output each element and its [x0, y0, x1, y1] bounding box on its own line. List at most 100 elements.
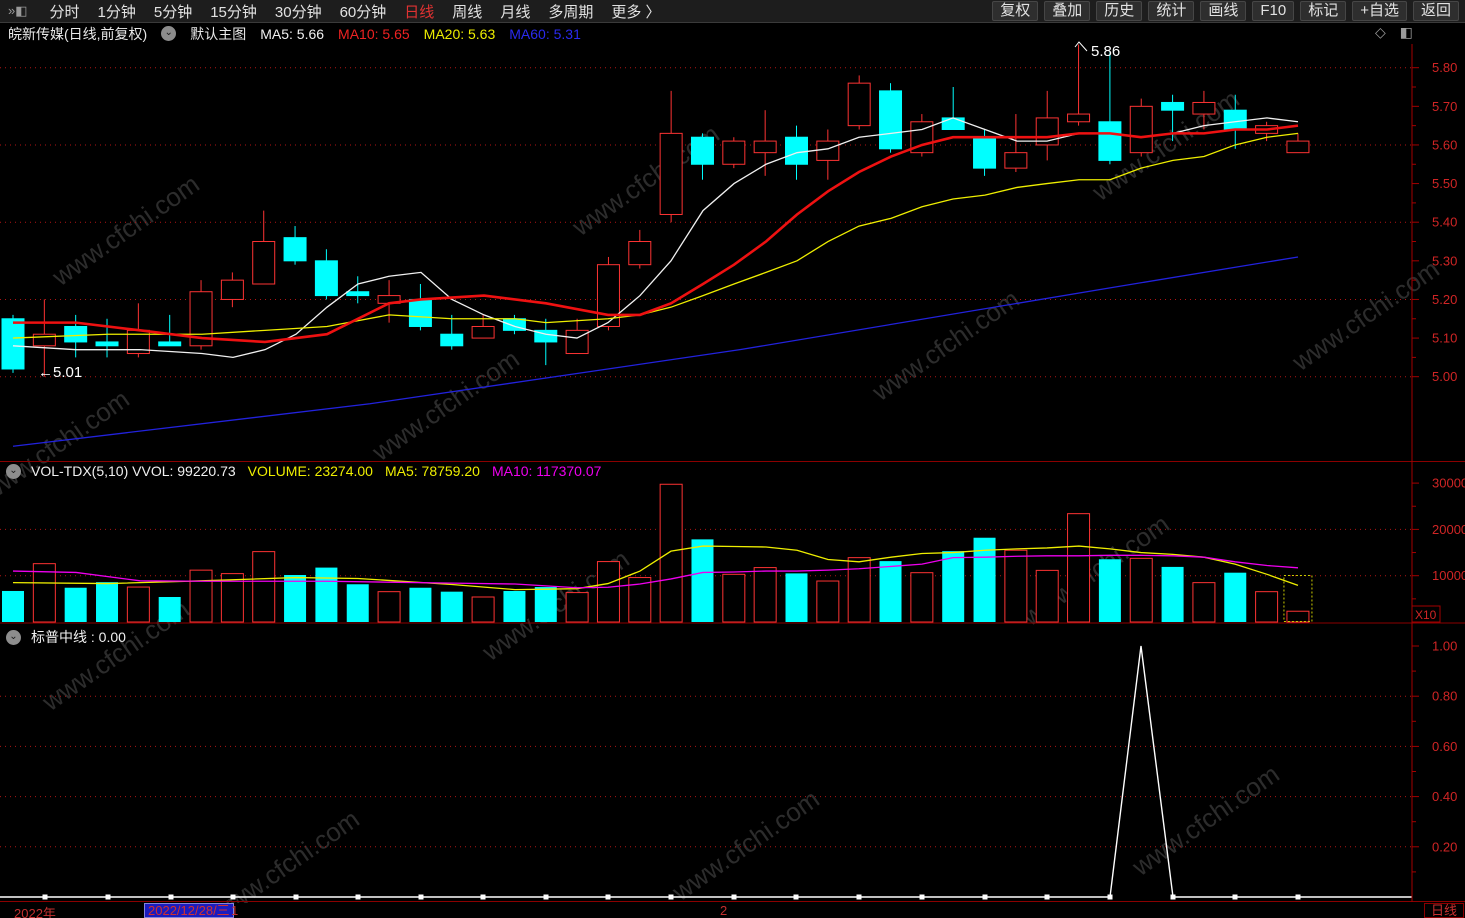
chevron-down-icon[interactable]: ⌄	[6, 463, 21, 479]
volume-bar[interactable]	[1161, 566, 1184, 622]
volume-bar[interactable]	[1129, 557, 1153, 623]
annotation-arrow	[1074, 41, 1088, 52]
candle-body[interactable]	[753, 140, 777, 154]
volume-axis-label: 30000	[1432, 476, 1465, 491]
volume-bar[interactable]	[847, 557, 871, 623]
volume-bar[interactable]	[346, 584, 369, 622]
volume-header-value: MA5: 78759.20	[384, 463, 480, 479]
indicator-marker	[793, 894, 799, 900]
candle-body[interactable]	[722, 140, 746, 165]
candle-body[interactable]	[471, 325, 495, 339]
year-label: 2022年	[14, 906, 56, 918]
indicator-marker	[293, 894, 299, 900]
volume-bar[interactable]	[2, 590, 24, 622]
candle-body[interactable]	[785, 136, 808, 165]
indicator-values: 标普中线 : 0.00	[31, 627, 126, 647]
price-annotation: ←5.01	[38, 364, 82, 381]
volume-bar[interactable]	[785, 573, 808, 622]
volume-bar[interactable]	[691, 539, 714, 622]
price-annotation: 5.86	[1091, 43, 1120, 60]
volume-bar[interactable]	[96, 582, 119, 622]
volume-bar[interactable]	[942, 551, 965, 622]
indicator-marker	[919, 894, 925, 900]
volume-bar[interactable]	[1035, 569, 1059, 623]
volume-bar[interactable]	[1004, 549, 1028, 623]
candle-body[interactable]	[1, 318, 25, 370]
candle-body[interactable]	[847, 82, 871, 127]
candle-body[interactable]	[1286, 140, 1310, 154]
volume-bar[interactable]	[565, 592, 589, 623]
volume-bar[interactable]	[1192, 582, 1216, 623]
candle-body[interactable]	[1192, 101, 1216, 115]
price-axis-label: 5.20	[1432, 292, 1457, 307]
volume-bar[interactable]	[252, 551, 276, 623]
indicator-marker	[543, 894, 549, 900]
candle-body[interactable]	[628, 241, 652, 266]
volume-bar[interactable]	[64, 587, 87, 622]
price-axis-label: 5.40	[1432, 215, 1457, 230]
volume-bar[interactable]	[1098, 559, 1121, 622]
candle-body[interactable]	[252, 241, 276, 285]
candle-body[interactable]	[659, 132, 683, 215]
candle-body[interactable]	[1067, 113, 1091, 123]
indicator-marker	[1044, 894, 1050, 900]
candle-body[interactable]	[973, 136, 997, 169]
price-axis-label: 5.10	[1432, 331, 1457, 346]
price-axis-label: 5.00	[1432, 369, 1457, 384]
period-label[interactable]: 日线	[1423, 903, 1464, 918]
volume-bar[interactable]	[659, 483, 683, 623]
ma-line-MA60	[12, 256, 1299, 447]
volume-bar[interactable]	[409, 587, 432, 622]
candle-body[interactable]	[879, 90, 903, 150]
unit-multiplier-label: X10	[1415, 608, 1437, 622]
indicator-marker	[856, 894, 862, 900]
volume-bar[interactable]	[879, 561, 902, 622]
volume-bar[interactable]	[722, 573, 746, 623]
candle-body[interactable]	[440, 333, 464, 347]
candle-body[interactable]	[408, 298, 432, 327]
candle-body[interactable]	[690, 136, 714, 165]
chevron-down-icon[interactable]: ⌄	[6, 629, 21, 645]
candle-body[interactable]	[158, 341, 182, 347]
indicator-marker	[105, 894, 111, 900]
candle-body[interactable]	[283, 237, 307, 262]
volume-bar[interactable]	[534, 587, 557, 622]
volume-bar[interactable]	[910, 572, 934, 623]
indicator-marker	[982, 894, 988, 900]
volume-bar[interactable]	[1286, 610, 1310, 623]
indicator-marker	[1232, 894, 1238, 900]
indicator-pane-header: ⌄ 标普中线 : 0.00	[6, 627, 126, 647]
indicator-marker	[355, 894, 361, 900]
candle-body[interactable]	[816, 140, 840, 161]
candle-body[interactable]	[941, 117, 965, 130]
volume-bar[interactable]	[189, 569, 213, 623]
candle-body[interactable]	[314, 260, 338, 297]
volume-bar[interactable]	[158, 596, 181, 622]
volume-bar[interactable]	[126, 586, 150, 623]
volume-bar[interactable]	[1255, 591, 1279, 623]
volume-bar[interactable]	[753, 567, 777, 623]
candle-body[interactable]	[64, 325, 88, 343]
volume-bar[interactable]	[503, 590, 526, 622]
volume-bar[interactable]	[377, 591, 401, 623]
candle-body[interactable]	[1098, 121, 1122, 161]
volume-bar[interactable]	[471, 596, 495, 623]
app-window: »◧ 分时 1分钟 5分钟 15分钟 30分钟 60分钟 日线 周线 月线 多周期 更多 〉 复权叠…	[0, 0, 1465, 918]
candle-body[interactable]	[1129, 105, 1153, 154]
volume-bar[interactable]	[816, 580, 840, 623]
volume-bar[interactable]	[440, 591, 463, 622]
volume-bar[interactable]	[1067, 513, 1091, 623]
volume-bar[interactable]	[315, 567, 338, 622]
candle-body[interactable]	[1004, 152, 1028, 169]
candle-body[interactable]	[220, 279, 244, 300]
chart-canvas[interactable]: 5.86 ←5.01 5.80 5.70 5.60 5.50 5.40 5.30 5.20 5.1…	[0, 0, 1465, 918]
indicator-marker	[1107, 894, 1113, 900]
candle-body[interactable]	[1161, 101, 1185, 111]
volume-header-value: MA10: 117370.07	[491, 463, 602, 479]
candle-body[interactable]	[1223, 109, 1247, 130]
volume-bar[interactable]	[284, 575, 307, 622]
volume-bar[interactable]	[596, 561, 620, 623]
volume-bar[interactable]	[1224, 572, 1247, 622]
candle-body[interactable]	[95, 341, 119, 347]
candle-body[interactable]	[346, 291, 370, 297]
